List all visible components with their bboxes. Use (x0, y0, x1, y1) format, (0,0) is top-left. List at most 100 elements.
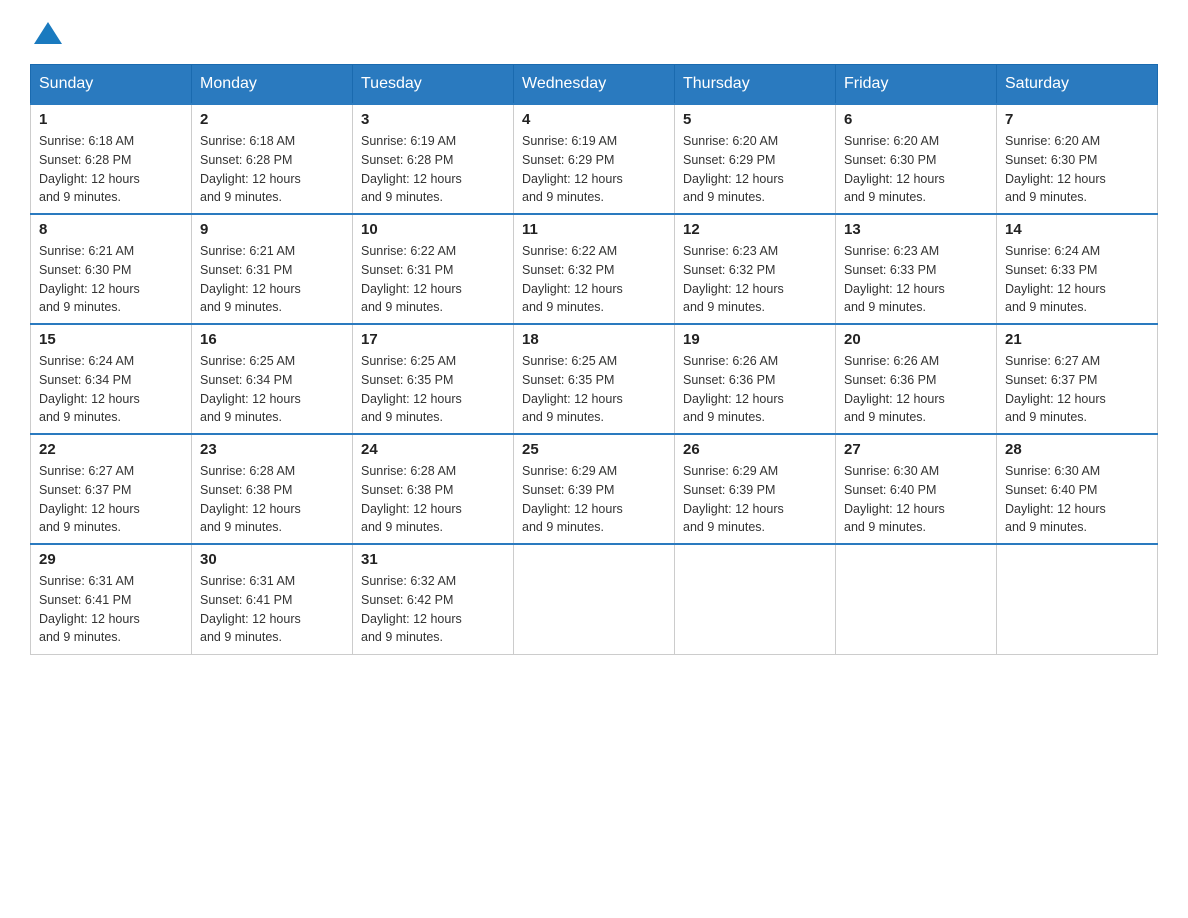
day-info: Sunrise: 6:24 AMSunset: 6:33 PMDaylight:… (1005, 242, 1149, 317)
day-number: 8 (39, 221, 183, 238)
day-number: 30 (200, 551, 344, 568)
day-number: 2 (200, 111, 344, 128)
day-info: Sunrise: 6:21 AMSunset: 6:30 PMDaylight:… (39, 242, 183, 317)
day-info: Sunrise: 6:31 AMSunset: 6:41 PMDaylight:… (39, 572, 183, 647)
day-info: Sunrise: 6:23 AMSunset: 6:32 PMDaylight:… (683, 242, 827, 317)
day-info: Sunrise: 6:27 AMSunset: 6:37 PMDaylight:… (1005, 352, 1149, 427)
logo-triangle-icon (34, 22, 62, 44)
day-info: Sunrise: 6:19 AMSunset: 6:29 PMDaylight:… (522, 132, 666, 207)
calendar-cell: 9 Sunrise: 6:21 AMSunset: 6:31 PMDaylight… (192, 214, 353, 324)
calendar-cell: 13 Sunrise: 6:23 AMSunset: 6:33 PMDayligh… (836, 214, 997, 324)
day-number: 14 (1005, 221, 1149, 238)
calendar-cell: 27 Sunrise: 6:30 AMSunset: 6:40 PMDayligh… (836, 434, 997, 544)
calendar-week-row: 22 Sunrise: 6:27 AMSunset: 6:37 PMDayligh… (31, 434, 1158, 544)
day-number: 12 (683, 221, 827, 238)
day-info: Sunrise: 6:28 AMSunset: 6:38 PMDaylight:… (200, 462, 344, 537)
header-sunday: Sunday (31, 65, 192, 105)
calendar-cell (836, 544, 997, 654)
calendar-cell: 19 Sunrise: 6:26 AMSunset: 6:36 PMDayligh… (675, 324, 836, 434)
day-number: 1 (39, 111, 183, 128)
calendar-cell: 8 Sunrise: 6:21 AMSunset: 6:30 PMDaylight… (31, 214, 192, 324)
calendar-cell (997, 544, 1158, 654)
day-number: 27 (844, 441, 988, 458)
calendar-cell: 18 Sunrise: 6:25 AMSunset: 6:35 PMDayligh… (514, 324, 675, 434)
day-info: Sunrise: 6:23 AMSunset: 6:33 PMDaylight:… (844, 242, 988, 317)
calendar-cell: 15 Sunrise: 6:24 AMSunset: 6:34 PMDayligh… (31, 324, 192, 434)
day-number: 31 (361, 551, 505, 568)
day-number: 25 (522, 441, 666, 458)
header-tuesday: Tuesday (353, 65, 514, 105)
day-info: Sunrise: 6:18 AMSunset: 6:28 PMDaylight:… (39, 132, 183, 207)
day-info: Sunrise: 6:31 AMSunset: 6:41 PMDaylight:… (200, 572, 344, 647)
calendar-cell: 20Sunrise: 6:26 AMSunset: 6:36 PMDayligh… (836, 324, 997, 434)
calendar-cell: 29Sunrise: 6:31 AMSunset: 6:41 PMDayligh… (31, 544, 192, 654)
calendar-header-row: Sunday Monday Tuesday Wednesday Thursday… (31, 65, 1158, 105)
day-info: Sunrise: 6:21 AMSunset: 6:31 PMDaylight:… (200, 242, 344, 317)
day-info: Sunrise: 6:18 AMSunset: 6:28 PMDaylight:… (200, 132, 344, 207)
header-thursday: Thursday (675, 65, 836, 105)
calendar-cell: 23 Sunrise: 6:28 AMSunset: 6:38 PMDayligh… (192, 434, 353, 544)
calendar-cell: 12 Sunrise: 6:23 AMSunset: 6:32 PMDayligh… (675, 214, 836, 324)
calendar-cell: 10 Sunrise: 6:22 AMSunset: 6:31 PMDayligh… (353, 214, 514, 324)
calendar-body: 1 Sunrise: 6:18 AMSunset: 6:28 PMDaylight… (31, 104, 1158, 654)
day-number: 10 (361, 221, 505, 238)
day-info: Sunrise: 6:26 AMSunset: 6:36 PMDaylight:… (844, 352, 988, 427)
header-friday: Friday (836, 65, 997, 105)
calendar-cell: 14 Sunrise: 6:24 AMSunset: 6:33 PMDayligh… (997, 214, 1158, 324)
calendar-cell: 6Sunrise: 6:20 AMSunset: 6:30 PMDaylight… (836, 104, 997, 214)
day-info: Sunrise: 6:32 AMSunset: 6:42 PMDaylight:… (361, 572, 505, 647)
calendar-cell: 24Sunrise: 6:28 AMSunset: 6:38 PMDayligh… (353, 434, 514, 544)
page-header (30, 20, 1158, 44)
day-number: 17 (361, 331, 505, 348)
calendar-cell: 30 Sunrise: 6:31 AMSunset: 6:41 PMDayligh… (192, 544, 353, 654)
calendar-week-row: 8 Sunrise: 6:21 AMSunset: 6:30 PMDaylight… (31, 214, 1158, 324)
calendar-cell (675, 544, 836, 654)
day-info: Sunrise: 6:22 AMSunset: 6:32 PMDaylight:… (522, 242, 666, 317)
calendar-table: Sunday Monday Tuesday Wednesday Thursday… (30, 64, 1158, 655)
day-info: Sunrise: 6:20 AMSunset: 6:29 PMDaylight:… (683, 132, 827, 207)
header-monday: Monday (192, 65, 353, 105)
day-info: Sunrise: 6:25 AMSunset: 6:34 PMDaylight:… (200, 352, 344, 427)
day-info: Sunrise: 6:25 AMSunset: 6:35 PMDaylight:… (522, 352, 666, 427)
calendar-cell: 21 Sunrise: 6:27 AMSunset: 6:37 PMDayligh… (997, 324, 1158, 434)
calendar-cell: 4 Sunrise: 6:19 AMSunset: 6:29 PMDaylight… (514, 104, 675, 214)
day-number: 19 (683, 331, 827, 348)
day-info: Sunrise: 6:19 AMSunset: 6:28 PMDaylight:… (361, 132, 505, 207)
calendar-cell: 5Sunrise: 6:20 AMSunset: 6:29 PMDaylight… (675, 104, 836, 214)
calendar-week-row: 29Sunrise: 6:31 AMSunset: 6:41 PMDayligh… (31, 544, 1158, 654)
calendar-cell: 16Sunrise: 6:25 AMSunset: 6:34 PMDayligh… (192, 324, 353, 434)
day-number: 4 (522, 111, 666, 128)
day-info: Sunrise: 6:30 AMSunset: 6:40 PMDaylight:… (844, 462, 988, 537)
header-saturday: Saturday (997, 65, 1158, 105)
calendar-cell: 7 Sunrise: 6:20 AMSunset: 6:30 PMDaylight… (997, 104, 1158, 214)
day-info: Sunrise: 6:24 AMSunset: 6:34 PMDaylight:… (39, 352, 183, 427)
day-number: 15 (39, 331, 183, 348)
calendar-week-row: 1 Sunrise: 6:18 AMSunset: 6:28 PMDaylight… (31, 104, 1158, 214)
calendar-cell: 26Sunrise: 6:29 AMSunset: 6:39 PMDayligh… (675, 434, 836, 544)
calendar-cell: 31 Sunrise: 6:32 AMSunset: 6:42 PMDayligh… (353, 544, 514, 654)
day-info: Sunrise: 6:26 AMSunset: 6:36 PMDaylight:… (683, 352, 827, 427)
calendar-cell: 11Sunrise: 6:22 AMSunset: 6:32 PMDayligh… (514, 214, 675, 324)
day-number: 28 (1005, 441, 1149, 458)
day-number: 22 (39, 441, 183, 458)
day-info: Sunrise: 6:28 AMSunset: 6:38 PMDaylight:… (361, 462, 505, 537)
day-number: 21 (1005, 331, 1149, 348)
day-number: 23 (200, 441, 344, 458)
day-info: Sunrise: 6:27 AMSunset: 6:37 PMDaylight:… (39, 462, 183, 537)
day-info: Sunrise: 6:20 AMSunset: 6:30 PMDaylight:… (1005, 132, 1149, 207)
day-number: 18 (522, 331, 666, 348)
day-info: Sunrise: 6:30 AMSunset: 6:40 PMDaylight:… (1005, 462, 1149, 537)
day-number: 7 (1005, 111, 1149, 128)
day-info: Sunrise: 6:20 AMSunset: 6:30 PMDaylight:… (844, 132, 988, 207)
day-info: Sunrise: 6:22 AMSunset: 6:31 PMDaylight:… (361, 242, 505, 317)
day-info: Sunrise: 6:25 AMSunset: 6:35 PMDaylight:… (361, 352, 505, 427)
day-number: 13 (844, 221, 988, 238)
calendar-cell: 17 Sunrise: 6:25 AMSunset: 6:35 PMDayligh… (353, 324, 514, 434)
calendar-cell: 25 Sunrise: 6:29 AMSunset: 6:39 PMDayligh… (514, 434, 675, 544)
day-number: 9 (200, 221, 344, 238)
day-info: Sunrise: 6:29 AMSunset: 6:39 PMDaylight:… (522, 462, 666, 537)
calendar-cell: 2 Sunrise: 6:18 AMSunset: 6:28 PMDaylight… (192, 104, 353, 214)
header-wednesday: Wednesday (514, 65, 675, 105)
day-info: Sunrise: 6:29 AMSunset: 6:39 PMDaylight:… (683, 462, 827, 537)
calendar-cell (514, 544, 675, 654)
